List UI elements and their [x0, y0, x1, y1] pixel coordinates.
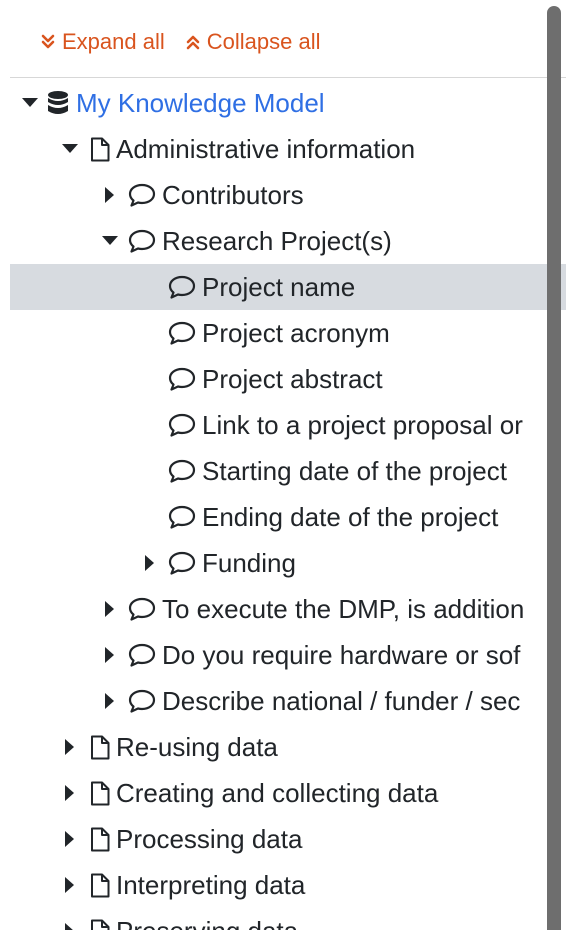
tree-item[interactable]: Funding — [10, 540, 566, 586]
tree-item-label: Ending date of the project — [202, 501, 499, 532]
database-icon — [48, 91, 68, 115]
chevrons-down-icon — [41, 34, 55, 48]
caret-right-icon[interactable] — [140, 553, 160, 573]
tree-item[interactable]: Link to a project proposal or — [10, 402, 566, 448]
comment-icon — [128, 643, 156, 667]
file-icon — [90, 137, 110, 162]
tree-item-label: Research Project(s) — [162, 225, 392, 256]
tree-item-label: Project acronym — [202, 317, 390, 348]
comment-icon — [168, 505, 196, 529]
tree-item-label: Starting date of the project — [202, 455, 507, 486]
tree-item[interactable]: Project abstract — [10, 356, 566, 402]
tree-toolbar: Expand all Collapse all — [10, 0, 566, 78]
caret-down-icon[interactable] — [20, 93, 40, 113]
tree-item-label: Contributors — [162, 179, 304, 210]
tree-item[interactable]: Interpreting data — [10, 862, 566, 908]
caret-down-icon[interactable] — [60, 139, 80, 159]
tree-item[interactable]: Contributors — [10, 172, 566, 218]
tree-item[interactable]: Do you require hardware or sof — [10, 632, 566, 678]
file-icon — [90, 735, 110, 760]
caret-right-icon[interactable] — [60, 737, 80, 757]
tree-item[interactable]: Processing data — [10, 816, 566, 862]
tree-item-label: Processing data — [116, 823, 303, 854]
tree-item[interactable]: Project acronym — [10, 310, 566, 356]
tree-item-label: Administrative information — [116, 133, 416, 164]
tree-item-label: Describe national / funder / sec — [162, 685, 521, 716]
knowledge-model-tree: My Knowledge Model Administrative inform… — [10, 78, 566, 930]
chevrons-up-icon — [186, 35, 200, 49]
caret-down-icon[interactable] — [100, 231, 120, 251]
comment-icon — [168, 413, 196, 437]
comment-icon — [168, 459, 196, 483]
comment-icon — [128, 229, 156, 253]
tree-children: Administrative information Contributors Re… — [10, 126, 566, 930]
comment-icon — [128, 689, 156, 713]
comment-icon — [128, 597, 156, 621]
tree-item-label: Project abstract — [202, 363, 383, 394]
comment-icon — [168, 275, 196, 299]
tree-item[interactable]: To execute the DMP, is addition — [10, 586, 566, 632]
expand-all-label: Expand all — [62, 28, 165, 54]
tree-item[interactable]: Starting date of the project — [10, 448, 566, 494]
tree-item-label: Preserving data — [116, 916, 298, 930]
comment-icon — [128, 183, 156, 207]
tree-item-label: Do you require hardware or sof — [162, 639, 521, 670]
comment-icon — [168, 551, 196, 575]
tree-item[interactable]: Ending date of the project — [10, 494, 566, 540]
tree-item-label: Project name — [202, 271, 356, 302]
tree-item-label: My Knowledge Model — [76, 87, 325, 118]
tree-item[interactable]: Creating and collecting data — [10, 770, 566, 816]
caret-right-icon[interactable] — [60, 829, 80, 849]
comment-icon — [168, 367, 196, 391]
comment-icon — [168, 321, 196, 345]
file-icon — [90, 827, 110, 852]
expand-all-button[interactable]: Expand all — [40, 25, 165, 53]
caret-right-icon[interactable] — [100, 185, 120, 205]
caret-right-icon[interactable] — [60, 921, 80, 930]
file-icon — [90, 873, 110, 898]
tree-item[interactable]: Project name — [10, 264, 566, 310]
tree-item-label: Interpreting data — [116, 869, 306, 900]
tree-item[interactable]: Describe national / funder / sec — [10, 678, 566, 724]
tree-item-label: Re-using data — [116, 731, 278, 762]
file-icon — [90, 919, 110, 930]
tree-item[interactable]: Research Project(s) — [10, 218, 566, 264]
caret-right-icon[interactable] — [60, 875, 80, 895]
tree-item-label: To execute the DMP, is addition — [162, 593, 525, 624]
knowledge-model-tree-panel: Expand all Collapse all My Knowledge Mod… — [10, 0, 566, 930]
caret-right-icon[interactable] — [60, 783, 80, 803]
tree-item[interactable]: Administrative information — [10, 126, 566, 172]
caret-right-icon[interactable] — [100, 599, 120, 619]
tree-item[interactable]: Re-using data — [10, 724, 566, 770]
scrollbar[interactable] — [547, 6, 561, 930]
collapse-all-button[interactable]: Collapse all — [185, 25, 321, 54]
tree-item-label: Funding — [202, 547, 296, 578]
file-icon — [90, 781, 110, 806]
tree-item-label: Creating and collecting data — [116, 777, 439, 808]
collapse-all-label: Collapse all — [206, 28, 321, 54]
tree-item[interactable]: Preserving data — [10, 908, 566, 930]
caret-right-icon[interactable] — [100, 691, 120, 711]
tree-item-root[interactable]: My Knowledge Model — [10, 80, 566, 126]
caret-right-icon[interactable] — [100, 645, 120, 665]
tree-item-label: Link to a project proposal or — [202, 409, 523, 440]
